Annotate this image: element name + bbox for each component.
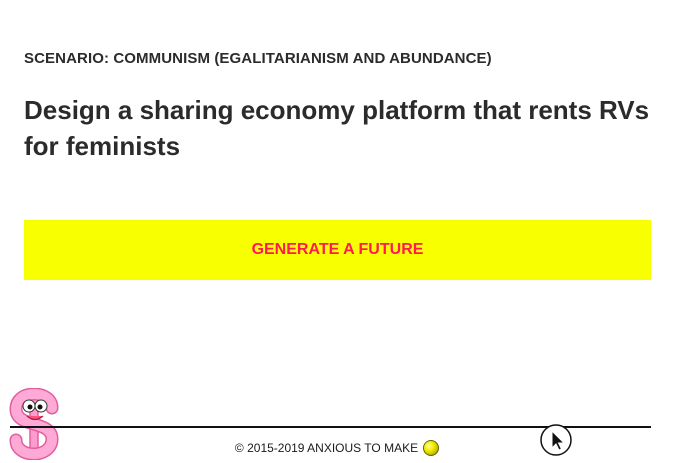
footer: © 2015-2019 ANXIOUS TO MAKE (0, 437, 674, 459)
design-prompt-heading: Design a sharing economy platform that r… (24, 95, 650, 161)
scenario-label: SCENARIO: COMMUNISM (EGALITARIANISM AND … (24, 50, 492, 67)
copyright-text: © 2015-2019 ANXIOUS TO MAKE (234, 441, 419, 455)
generate-future-button[interactable]: GENERATE A FUTURE (24, 220, 651, 280)
yellow-ball-icon (423, 440, 440, 456)
mouse-cursor-icon (540, 424, 572, 456)
